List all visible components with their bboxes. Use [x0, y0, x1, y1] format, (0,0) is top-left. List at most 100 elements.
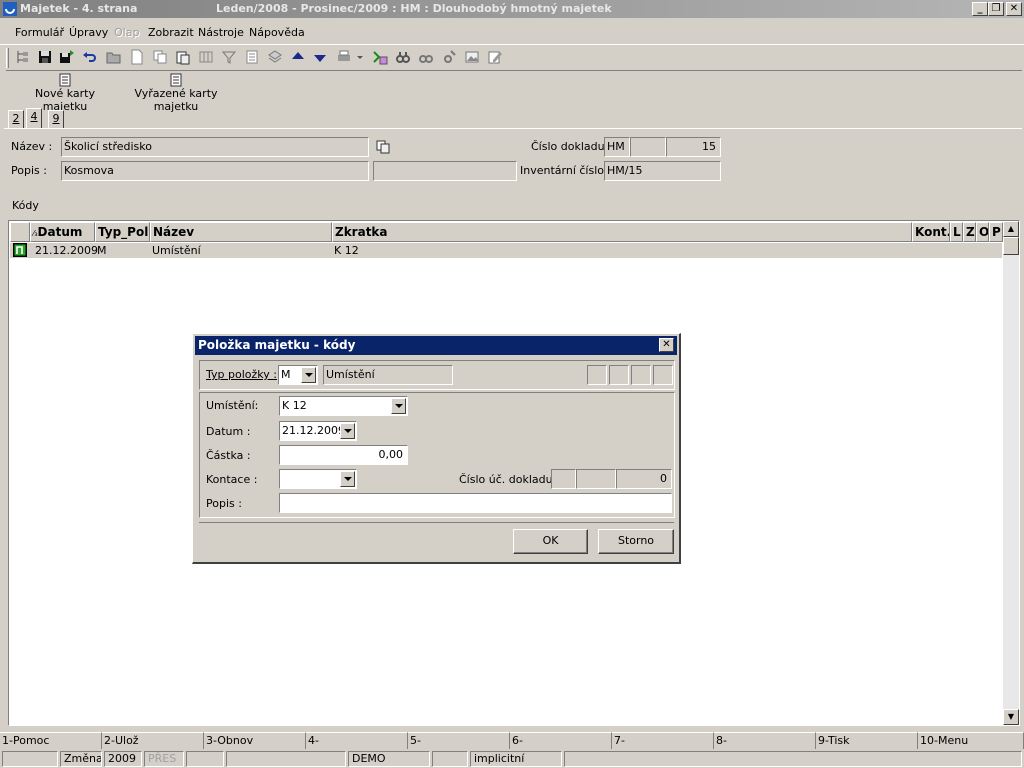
- toolbar-grip: [6, 48, 9, 68]
- location-combo[interactable]: K 12: [279, 396, 408, 416]
- inventory-field[interactable]: HM/15: [604, 161, 721, 181]
- export-icon[interactable]: [372, 49, 388, 65]
- fkey-9[interactable]: 9-Tisk: [816, 732, 918, 749]
- report-toolbar: Nové karty majetku Vyřazené karty majetk…: [6, 70, 1022, 113]
- row-indicator-header: [10, 222, 30, 242]
- fkey-10[interactable]: 10-Menu: [918, 732, 1024, 749]
- tree-icon[interactable]: [15, 49, 31, 65]
- report-icon: [170, 73, 182, 87]
- header-zkratka[interactable]: Zkratka: [332, 222, 912, 242]
- new-document-icon[interactable]: [129, 49, 145, 65]
- menu-zobrazit[interactable]: Zobrazit: [148, 26, 194, 39]
- copy-icon[interactable]: [152, 49, 168, 65]
- status-bar: Změna 2009 PŘES DEMO implicitní: [0, 750, 1024, 768]
- menu-formular[interactable]: Formulář: [15, 26, 64, 39]
- new-cards-button[interactable]: Nové karty majetku: [15, 73, 115, 113]
- image-icon[interactable]: [464, 49, 480, 65]
- layers-icon[interactable]: [267, 49, 283, 65]
- toolbar: [0, 44, 1024, 70]
- date-picker[interactable]: 21.12.2009: [279, 421, 357, 441]
- undo-icon[interactable]: [82, 49, 98, 65]
- save-icon[interactable]: [37, 49, 53, 65]
- doc-num-field[interactable]: 15: [666, 137, 721, 157]
- find-replace-icon[interactable]: [441, 49, 457, 65]
- tab-4[interactable]: 4: [26, 108, 42, 129]
- arrow-down-icon[interactable]: [312, 49, 328, 65]
- header-datum[interactable]: ⁄₃Datum: [30, 222, 95, 242]
- paste-icon[interactable]: [175, 49, 191, 65]
- table-row[interactable]: 21.12.2009 M Umístění K 12: [10, 243, 1002, 258]
- fkey-5[interactable]: 5-: [408, 732, 510, 749]
- location-dropdown-icon[interactable]: [391, 398, 406, 414]
- doc-series-field[interactable]: [630, 137, 666, 157]
- close-button[interactable]: ✕: [1006, 2, 1022, 16]
- minimize-button[interactable]: _: [972, 2, 988, 16]
- flag-box-1: [587, 365, 607, 385]
- print-icon[interactable]: [336, 49, 352, 65]
- header-typ-pol[interactable]: Typ_Pol: [95, 222, 150, 242]
- doc-type-field[interactable]: HM: [604, 137, 630, 157]
- save-all-icon[interactable]: [59, 49, 75, 65]
- header-p[interactable]: P: [989, 222, 1003, 242]
- title-bar: Majetek - 4. strana Leden/2008 - Prosine…: [0, 0, 1024, 18]
- type-dropdown-icon[interactable]: [301, 367, 316, 383]
- fkey-7[interactable]: 7-: [612, 732, 714, 749]
- flag-box-2: [609, 365, 629, 385]
- filter-icon[interactable]: [221, 49, 237, 65]
- contact-dropdown-icon[interactable]: [340, 471, 355, 487]
- discarded-cards-button[interactable]: Vyřazené karty majetku: [118, 73, 234, 113]
- header-nazev[interactable]: Název: [150, 222, 332, 242]
- item-codes-dialog: Položka majetku - kódy ✕ Typ položky : M…: [192, 333, 681, 564]
- arrow-up-icon[interactable]: [290, 49, 306, 65]
- status-blank-4: [432, 751, 468, 767]
- find-next-icon[interactable]: [418, 49, 434, 65]
- fkey-1[interactable]: 1-Pomoc: [0, 732, 102, 749]
- header-l[interactable]: L: [950, 222, 963, 242]
- status-year: 2009: [104, 751, 142, 767]
- menu-olap: Olap: [114, 26, 140, 39]
- fkey-3[interactable]: 3-Obnov: [204, 732, 306, 749]
- fkey-4[interactable]: 4-: [306, 732, 408, 749]
- fkey-2[interactable]: 2-Ulož: [102, 732, 204, 749]
- cancel-button[interactable]: Storno: [598, 529, 674, 554]
- note-field[interactable]: [279, 493, 672, 513]
- grid-scrollbar[interactable]: ▲ ▼: [1003, 221, 1019, 725]
- app-icon: [3, 2, 17, 16]
- tab-2[interactable]: 2: [8, 110, 24, 128]
- header-kont[interactable]: Kont.: [912, 222, 950, 242]
- name-field[interactable]: Školicí středisko: [61, 137, 369, 157]
- desc-label: Popis :: [11, 164, 47, 177]
- ok-button[interactable]: OK: [513, 529, 588, 554]
- find-icon[interactable]: [395, 49, 411, 65]
- contact-combo[interactable]: [279, 469, 357, 489]
- columns-icon[interactable]: [198, 49, 214, 65]
- filter-list-icon[interactable]: [244, 49, 260, 65]
- scroll-thumb[interactable]: [1003, 237, 1019, 255]
- menu-upravy[interactable]: Úpravy: [69, 26, 108, 39]
- scroll-up-icon[interactable]: ▲: [1003, 221, 1019, 237]
- header-z[interactable]: Z: [963, 222, 976, 242]
- restore-button[interactable]: ❐: [988, 2, 1004, 16]
- dialog-close-icon[interactable]: ✕: [659, 338, 674, 352]
- fkey-6[interactable]: 6-: [510, 732, 612, 749]
- date-dropdown-icon[interactable]: [340, 423, 355, 439]
- location-label: Umístění:: [206, 399, 259, 412]
- type-combo[interactable]: M: [278, 365, 318, 385]
- fkey-8[interactable]: 8-: [714, 732, 816, 749]
- acc-doc-series-field: [576, 469, 616, 489]
- copy-to-clipboard-icon[interactable]: [376, 140, 390, 154]
- new-cards-label: Nové karty majetku: [35, 87, 95, 113]
- desc-extra-field[interactable]: [373, 161, 517, 181]
- tab-9[interactable]: 9: [48, 110, 64, 128]
- amount-label: Částka :: [206, 449, 251, 462]
- desc-field[interactable]: Kosmova: [61, 161, 369, 181]
- scroll-down-icon[interactable]: ▼: [1003, 709, 1019, 725]
- menu-napoveda[interactable]: Nápověda: [249, 26, 305, 39]
- amount-field[interactable]: 0,00: [279, 445, 408, 465]
- menu-nastroje[interactable]: Nástroje: [198, 26, 244, 39]
- print-dropdown-icon[interactable]: [356, 49, 364, 65]
- edit-notes-icon[interactable]: [487, 49, 503, 65]
- window-subtitle: Leden/2008 - Prosinec/2009 : HM : Dlouho…: [216, 2, 612, 15]
- open-icon[interactable]: [106, 49, 122, 65]
- header-o[interactable]: O: [976, 222, 989, 242]
